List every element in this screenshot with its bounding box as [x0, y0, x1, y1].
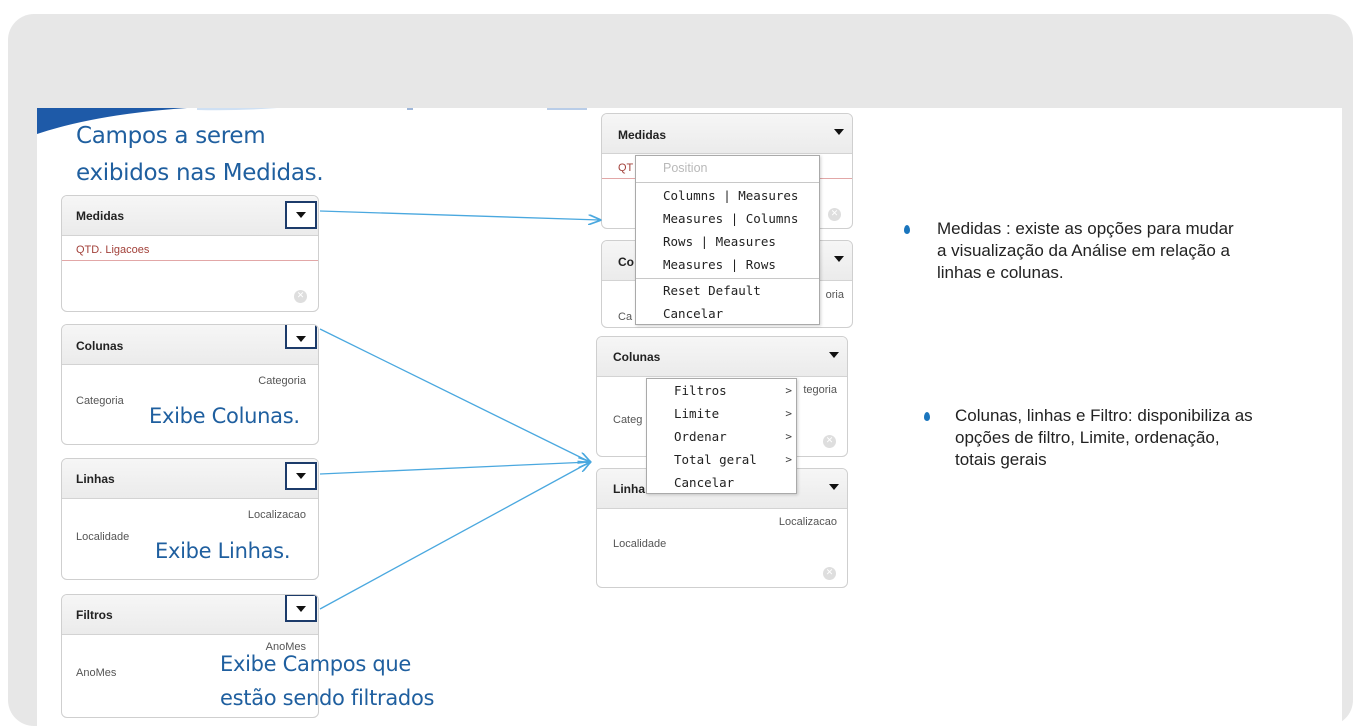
panel-title: Linha — [613, 482, 645, 496]
column-row-field[interactable]: Categoria — [76, 395, 124, 407]
annotation-measures-line2: exibidos nas Medidas. — [76, 160, 324, 186]
measure-item[interactable]: QT — [618, 162, 633, 174]
annotation-filters-line2: estão sendo filtrados — [220, 686, 435, 710]
panel-title: Medidas — [76, 209, 125, 223]
description-medidas: Medidas : existe as opções para mudar a … — [937, 218, 1317, 284]
menu-item-measures-columns[interactable]: Measures | Columns — [636, 207, 819, 230]
remove-icon[interactable]: ✕ — [294, 290, 307, 303]
panel-header: Filtros — [62, 595, 318, 635]
column-header-field[interactable]: oria — [826, 289, 844, 301]
bullet-icon — [904, 225, 910, 234]
filtros-dropdown-button[interactable] — [285, 595, 317, 622]
menu-item-columns-measures[interactable]: Columns | Measures — [636, 184, 819, 207]
chevron-down-icon[interactable] — [829, 352, 839, 358]
description-line: opções de filtro, Limite, ordenação, — [955, 428, 1220, 447]
menu-item-label: Limite — [674, 406, 720, 421]
panel-title: Filtros — [76, 608, 113, 622]
chevron-right-icon: > — [785, 453, 792, 466]
panel-header: Colunas — [597, 337, 847, 377]
column-header-field[interactable]: Categoria — [258, 375, 306, 387]
row-field[interactable]: Localidade — [613, 538, 666, 550]
chevron-down-icon — [296, 606, 306, 612]
chevron-down-icon[interactable] — [834, 129, 844, 135]
row-field[interactable]: Localidade — [76, 531, 129, 543]
remove-icon[interactable]: ✕ — [823, 567, 836, 580]
row-header-field[interactable]: Localizacao — [779, 516, 837, 528]
remove-icon[interactable]: ✕ — [828, 208, 841, 221]
column-header-field[interactable]: tegoria — [803, 384, 837, 396]
panel-title: Colunas — [613, 350, 661, 364]
description-line: Medidas : existe as opções para mudar — [937, 219, 1234, 238]
chevron-down-icon — [296, 212, 306, 218]
annotation-filters-line1: Exibe Campos que — [220, 652, 411, 676]
menu-header: Position — [663, 161, 708, 175]
position-menu: Position Columns | Measures Measures | C… — [635, 155, 820, 325]
panel-title: Colunas — [76, 339, 124, 353]
row-header-field[interactable]: Localizacao — [248, 509, 306, 521]
description-colunas: Colunas, linhas e Filtro: disponibiliza … — [955, 405, 1340, 471]
description-line: a visualização da Análise em relação a — [937, 241, 1230, 260]
column-row-field[interactable]: Ca — [618, 311, 632, 323]
menu-item-limite[interactable]: Limite > — [647, 402, 796, 425]
panel-title: Linhas — [76, 472, 115, 486]
divider — [62, 260, 318, 261]
filter-row-field[interactable]: AnoMes — [76, 667, 116, 679]
chevron-down-icon[interactable] — [829, 484, 839, 490]
panel-title: Medidas — [618, 128, 667, 142]
chevron-right-icon: > — [785, 430, 792, 443]
chevron-down-icon[interactable] — [834, 256, 844, 262]
menu-item-total-geral[interactable]: Total geral > — [647, 448, 796, 471]
left-medidas-panel: Medidas QTD. Ligacoes ✕ — [61, 195, 319, 312]
chevron-down-icon — [296, 336, 306, 342]
menu-item-measures-rows[interactable]: Measures | Rows — [636, 253, 819, 276]
menu-item-label: Cancelar — [674, 475, 735, 490]
bullet-icon — [924, 412, 930, 421]
menu-item-rows-measures[interactable]: Rows | Measures — [636, 230, 819, 253]
annotation-rows: Exibe Linhas. — [155, 539, 291, 563]
panel-header: Colunas — [62, 325, 318, 365]
menu-item-cancelar[interactable]: Cancelar — [636, 302, 819, 325]
menu-item-ordenar[interactable]: Ordenar > — [647, 425, 796, 448]
annotation-columns: Exibe Colunas. — [149, 404, 300, 428]
remove-icon[interactable]: ✕ — [823, 435, 836, 448]
measure-item[interactable]: QTD. Ligacoes — [76, 244, 149, 256]
menu-item-label: Filtros — [674, 383, 727, 398]
description-line: linhas e colunas. — [937, 263, 1064, 282]
description-line: Colunas, linhas e Filtro: disponibiliza … — [955, 406, 1253, 425]
chevron-down-icon — [296, 473, 306, 479]
panel-header: Linhas — [62, 459, 318, 499]
chevron-right-icon: > — [785, 407, 792, 420]
panel-header: Medidas — [602, 114, 852, 154]
colunas-dropdown-button[interactable] — [285, 325, 317, 349]
menu-item-label: Ordenar — [674, 429, 727, 444]
linhas-dropdown-button[interactable] — [285, 462, 317, 490]
column-row-field[interactable]: Categ — [613, 414, 642, 426]
menu-separator — [636, 182, 819, 183]
menu-item-label: Total geral — [674, 452, 757, 467]
description-line: totais gerais — [955, 450, 1047, 469]
field-options-menu: Filtros > Limite > Ordenar > Total geral > C… — [646, 378, 797, 494]
menu-item-filtros[interactable]: Filtros > — [647, 379, 796, 402]
medidas-dropdown-button[interactable] — [285, 201, 317, 229]
annotation-measures-line1: Campos a serem — [76, 123, 266, 149]
panel-title: Co — [618, 255, 634, 269]
panel-header: Medidas — [62, 196, 318, 236]
menu-item-cancelar[interactable]: Cancelar — [647, 471, 796, 494]
chevron-right-icon: > — [785, 384, 792, 397]
menu-item-reset-default[interactable]: Reset Default — [636, 279, 819, 302]
